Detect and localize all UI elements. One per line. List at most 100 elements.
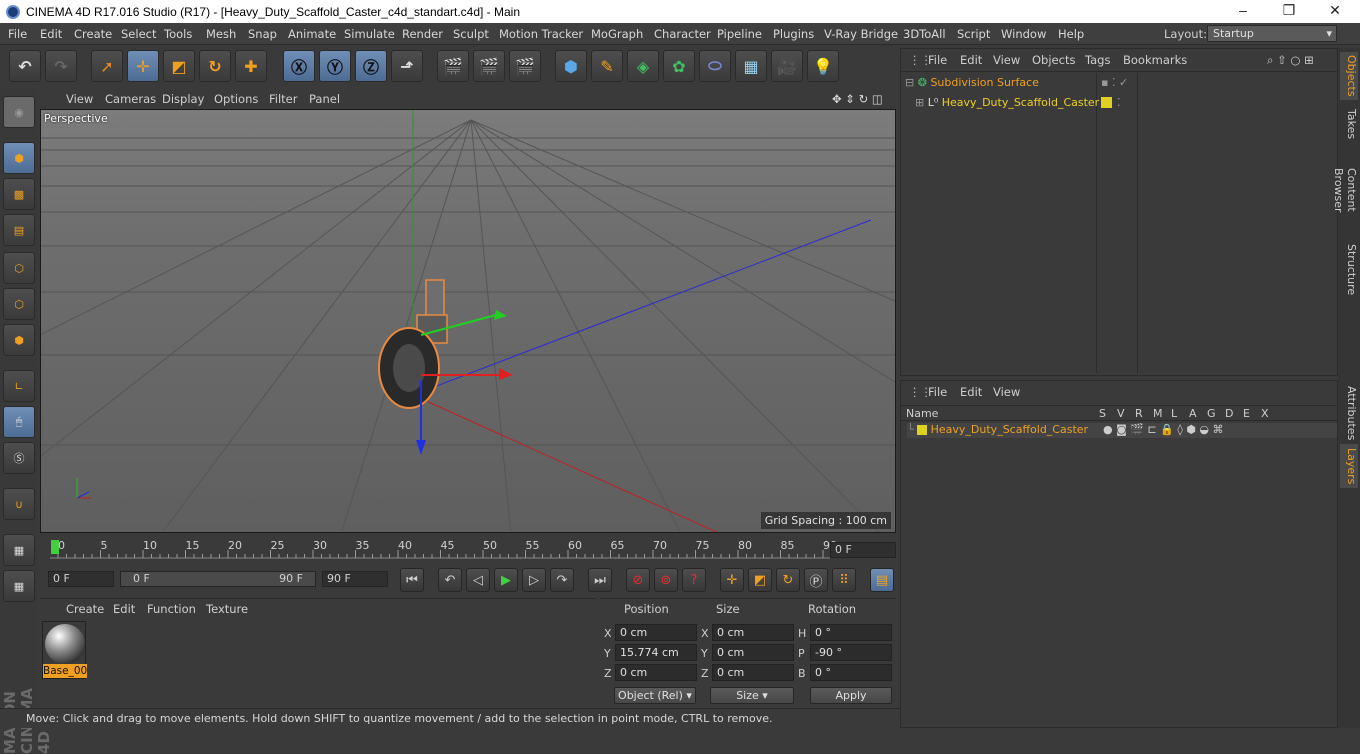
maximize-button[interactable]: ❐ <box>1266 0 1312 23</box>
tab-attributes[interactable]: Attributes <box>1340 386 1358 440</box>
tab-structure[interactable]: Structure <box>1340 244 1358 295</box>
menu-edit[interactable]: Edit <box>40 27 62 41</box>
prev-key-button[interactable]: ↶ <box>438 568 462 592</box>
vp-menu-view[interactable]: View <box>66 92 93 106</box>
minimize-button[interactable]: – <box>1220 0 1266 23</box>
render-picture-viewer-button[interactable]: 🎬 <box>473 50 505 82</box>
vp-menu-filter[interactable]: Filter <box>269 92 297 106</box>
layout-select[interactable]: Startup ▾ <box>1207 25 1337 42</box>
apply-button[interactable]: Apply <box>810 687 892 704</box>
rot-p-field[interactable]: -90 ° <box>810 644 892 661</box>
menu-mesh[interactable]: Mesh <box>206 27 236 41</box>
viewport-nav-icons[interactable]: ✥ ⇕ ↻ ◫ <box>832 92 883 106</box>
visibility-dots-icon[interactable]: ▪ ⁚ ✓ <box>1101 76 1128 89</box>
workplane-grid-button[interactable]: ▦ <box>3 534 35 566</box>
magnet-button[interactable]: ∪ <box>3 488 35 520</box>
tab-content-browser[interactable]: Content Browser <box>1332 148 1358 232</box>
goto-end-button[interactable]: ⏭ <box>588 568 612 592</box>
move-tool-button[interactable]: ✛ <box>127 50 159 82</box>
current-frame-field[interactable]: 0 F <box>830 542 896 558</box>
viewport-perspective[interactable]: Perspective Grid Spacing : 100 cm <box>40 109 896 533</box>
rotate-tool-button[interactable]: ↻ <box>199 50 231 82</box>
obj-menu-view[interactable]: View <box>993 53 1020 67</box>
close-button[interactable]: ✕ <box>1312 0 1358 23</box>
object-row-caster[interactable]: ⊞ L⁰ Heavy_Duty_Scaffold_Caster ⁚ <box>915 96 1337 112</box>
size-mode-select[interactable]: Size ▾ <box>710 687 794 704</box>
live-selection-button[interactable]: ➚ <box>91 50 123 82</box>
menu-3dtoall[interactable]: 3DToAll <box>903 27 946 41</box>
key-param-button[interactable]: Ⓟ <box>804 568 828 592</box>
layer-toggle-icons[interactable]: ● ◙ 🎬 ⊏ 🔒 ◊ ⬢ ◒ ⌘ <box>1103 423 1224 436</box>
menu-character[interactable]: Character <box>654 27 711 41</box>
cloner-button[interactable]: ✿ <box>663 50 695 82</box>
menu-simulate[interactable]: Simulate <box>344 27 395 41</box>
frame-range-slider[interactable]: 0 F 90 F <box>120 571 316 587</box>
layer-menu-file[interactable]: File <box>928 385 947 399</box>
key-scale-button[interactable]: ◩ <box>748 568 772 592</box>
axis-mode-button[interactable]: ∟ <box>3 370 35 402</box>
menu-window[interactable]: Window <box>1001 27 1046 41</box>
tab-takes[interactable]: Takes <box>1340 104 1358 144</box>
goto-start-button[interactable]: ⏮ <box>400 568 424 592</box>
menu-motion-tracker[interactable]: Motion Tracker <box>499 27 583 41</box>
cube-object-button[interactable]: ⬢ <box>555 50 587 82</box>
obj-menu-file[interactable]: File <box>928 53 947 67</box>
timeline-ruler[interactable]: 051015202530354045505560657075808590 0 F <box>40 536 896 564</box>
floor-object-button[interactable]: ▦ <box>735 50 767 82</box>
obj-search-icon[interactable]: ⌕ ⇧ ○ ⊞ <box>1267 53 1314 68</box>
deformer-button[interactable]: ⬭ <box>699 50 731 82</box>
polygons-mode-button[interactable]: ⬢ <box>3 324 35 356</box>
render-view-button[interactable]: 🎬 <box>437 50 469 82</box>
tweak-mode-button[interactable]: 🖱 <box>3 406 35 438</box>
autokey-button[interactable]: ⊚ <box>654 568 678 592</box>
next-frame-button[interactable]: ▷ <box>522 568 546 592</box>
obj-menu-tags[interactable]: Tags <box>1085 53 1110 67</box>
key-pla-button[interactable]: ⠿ <box>832 568 856 592</box>
menu-vray-bridge[interactable]: V-Ray Bridge <box>824 27 898 41</box>
size-x-field[interactable]: 0 cm <box>712 624 794 641</box>
menu-create[interactable]: Create <box>74 27 112 41</box>
vp-menu-display[interactable]: Display <box>162 92 204 106</box>
layer-color-swatch[interactable] <box>1101 97 1112 108</box>
menu-animate[interactable]: Animate <box>288 27 336 41</box>
mat-menu-texture[interactable]: Texture <box>206 602 248 616</box>
points-mode-button[interactable]: ⬡ <box>3 252 35 284</box>
gizmo-y-arrow[interactable] <box>494 310 507 320</box>
pos-z-field[interactable]: 0 cm <box>615 664 697 681</box>
workplane-mode-button[interactable]: ▤ <box>3 214 35 246</box>
scale-tool-button[interactable]: ◩ <box>163 50 195 82</box>
timeline-window-button[interactable]: ▤ <box>870 568 894 592</box>
obj-menu-bookmarks[interactable]: Bookmarks <box>1123 53 1187 67</box>
mat-menu-create[interactable]: Create <box>66 602 104 616</box>
size-y-field[interactable]: 0 cm <box>712 644 794 661</box>
texture-mode-button[interactable]: ▩ <box>3 178 35 210</box>
start-frame-field[interactable]: 0 F <box>48 571 114 587</box>
vp-menu-options[interactable]: Options <box>214 92 258 106</box>
snap-button[interactable]: Ⓢ <box>3 442 35 474</box>
pos-y-field[interactable]: 15.774 cm <box>615 644 697 661</box>
coord-mode-select[interactable]: Object (Rel) ▾ <box>614 687 696 704</box>
redo-button[interactable]: ↷ <box>45 50 77 82</box>
edges-mode-button[interactable]: ⬡ <box>3 288 35 320</box>
x-axis-lock-button[interactable]: Ⓧ <box>283 50 315 82</box>
pen-spline-button[interactable]: ✎ <box>591 50 623 82</box>
menu-sculpt[interactable]: Sculpt <box>453 27 489 41</box>
visibility-dots-icon[interactable]: ⁚ <box>1117 96 1121 109</box>
next-key-button[interactable]: ↷ <box>550 568 574 592</box>
render-settings-button[interactable]: 🎬 <box>509 50 541 82</box>
light-object-button[interactable]: 💡 <box>807 50 839 82</box>
obj-menu-edit[interactable]: Edit <box>960 53 982 67</box>
coordinate-system-button[interactable]: ⬏ <box>391 50 423 82</box>
key-position-button[interactable]: ✛ <box>720 568 744 592</box>
vp-menu-cameras[interactable]: Cameras <box>105 92 156 106</box>
material-swatch[interactable]: Base_00 <box>42 621 87 679</box>
menu-plugins[interactable]: Plugins <box>773 27 814 41</box>
recent-tools-button[interactable]: ✚ <box>235 50 267 82</box>
camera-object-button[interactable]: 🎥 <box>771 50 803 82</box>
subdivision-surface-button[interactable]: ◈ <box>627 50 659 82</box>
key-rotation-button[interactable]: ↻ <box>776 568 800 592</box>
pos-x-field[interactable]: 0 cm <box>615 624 697 641</box>
rot-b-field[interactable]: 0 ° <box>810 664 892 681</box>
layer-menu-edit[interactable]: Edit <box>960 385 982 399</box>
rot-h-field[interactable]: 0 ° <box>810 624 892 641</box>
